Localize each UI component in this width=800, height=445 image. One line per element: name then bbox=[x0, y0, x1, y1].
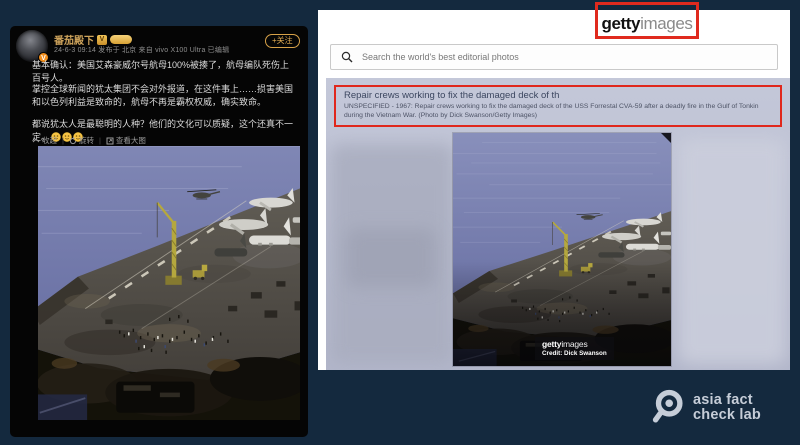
chevron-up-icon bbox=[32, 137, 40, 144]
blurred-page-content bbox=[346, 228, 436, 288]
photo-corner-fold bbox=[661, 133, 671, 143]
vip-crown-icon: V bbox=[97, 35, 107, 45]
search-input[interactable] bbox=[362, 52, 767, 62]
separator: | bbox=[62, 136, 64, 145]
fact-check-magnifier-icon bbox=[652, 389, 684, 427]
separator: | bbox=[99, 136, 101, 145]
getty-detail-page: Repair crews working to fix the damaged … bbox=[326, 78, 790, 370]
follow-button[interactable]: +关注 bbox=[265, 34, 300, 48]
view-large-action[interactable]: 查看大图 bbox=[106, 135, 146, 146]
getty-watermark: gettyimages Credit: Dick Swanson bbox=[535, 337, 614, 360]
caption-body: UNSPECIFIED - 1967: Repair crews working… bbox=[344, 103, 772, 120]
rotate-action[interactable]: 旋转 bbox=[69, 135, 94, 146]
expand-icon bbox=[106, 137, 114, 145]
collapse-action[interactable]: 收起 bbox=[32, 135, 57, 146]
fact-check-composite: V 番茄殿下 V 24-6-3 09:14 发布于 北京 来自 vivo X10… bbox=[0, 0, 800, 445]
image-action-bar: 收起 | 旋转 | 查看大图 bbox=[32, 135, 146, 146]
vip-level-badge bbox=[110, 35, 132, 44]
footer-logo-line2: check lab bbox=[693, 408, 761, 424]
search-bar[interactable] bbox=[330, 44, 778, 70]
weibo-carrier-photo[interactable] bbox=[38, 146, 300, 420]
credit-line: Credit: Dick Swanson bbox=[542, 350, 607, 357]
weibo-post-card: V 番茄殿下 V 24-6-3 09:14 发布于 北京 来自 vivo X10… bbox=[10, 26, 308, 437]
footer-logo-line1: asia fact bbox=[693, 393, 761, 409]
getty-logo[interactable]: gettyimages bbox=[601, 14, 692, 34]
photo-shading bbox=[453, 133, 671, 366]
rotate-arrow-icon bbox=[69, 137, 77, 145]
asia-fact-check-lab-logo: asia fact check lab bbox=[652, 389, 761, 427]
post-timestamp: 24-6-3 09:14 发布于 北京 来自 vivo X100 Ultra 已… bbox=[54, 45, 229, 55]
red-annotation-box-logo: gettyimages bbox=[595, 2, 699, 39]
red-annotation-box-caption: Repair crews working to fix the damaged … bbox=[334, 85, 782, 127]
getty-screenshot-panel: gettyimages Repair crews working to fix … bbox=[318, 10, 790, 370]
search-icon bbox=[341, 51, 353, 63]
blurred-page-content bbox=[678, 138, 786, 364]
getty-carrier-photo[interactable]: gettyimages Credit: Dick Swanson bbox=[453, 133, 671, 366]
post-paragraph-1: 基本确认：美国艾森豪威尔号航母100%被揍了，航母编队死伤上百号人。 bbox=[32, 59, 294, 85]
caption-title-link[interactable]: Repair crews working to fix the damaged … bbox=[344, 90, 772, 101]
post-paragraph-2: 掌控全球新闻的犹太集团不会对外报道，在这件事上……损害美国和以色列利益是致命的，… bbox=[32, 83, 294, 109]
